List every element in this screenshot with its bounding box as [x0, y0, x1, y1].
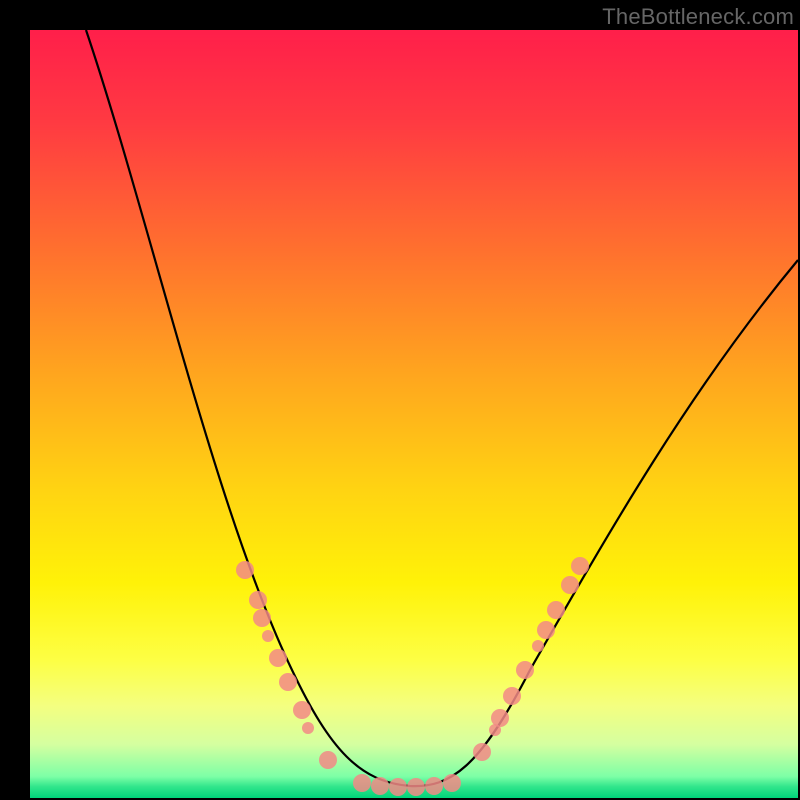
- marker-dot: [319, 751, 337, 769]
- plot-area: [30, 30, 798, 798]
- marker-dot: [503, 687, 521, 705]
- marker-dot: [547, 601, 565, 619]
- bottleneck-curve: [86, 30, 798, 786]
- marker-dot: [236, 561, 254, 579]
- marker-dot: [491, 709, 509, 727]
- marker-dot: [473, 743, 491, 761]
- marker-dot: [293, 701, 311, 719]
- marker-dot: [371, 777, 389, 795]
- marker-dot: [262, 630, 274, 642]
- marker-group: [236, 557, 589, 796]
- marker-dot: [443, 774, 461, 792]
- marker-dot: [425, 777, 443, 795]
- chart-frame: TheBottleneck.com: [0, 0, 800, 800]
- marker-dot: [407, 778, 425, 796]
- marker-dot: [253, 609, 271, 627]
- marker-dot: [561, 576, 579, 594]
- marker-dot: [269, 649, 287, 667]
- marker-dot: [389, 778, 407, 796]
- marker-dot: [353, 774, 371, 792]
- marker-dot: [532, 640, 544, 652]
- watermark-text: TheBottleneck.com: [602, 4, 794, 30]
- marker-dot: [537, 621, 555, 639]
- marker-dot: [279, 673, 297, 691]
- marker-dot: [249, 591, 267, 609]
- curve-layer: [30, 30, 798, 798]
- marker-dot: [302, 722, 314, 734]
- marker-dot: [516, 661, 534, 679]
- marker-dot: [571, 557, 589, 575]
